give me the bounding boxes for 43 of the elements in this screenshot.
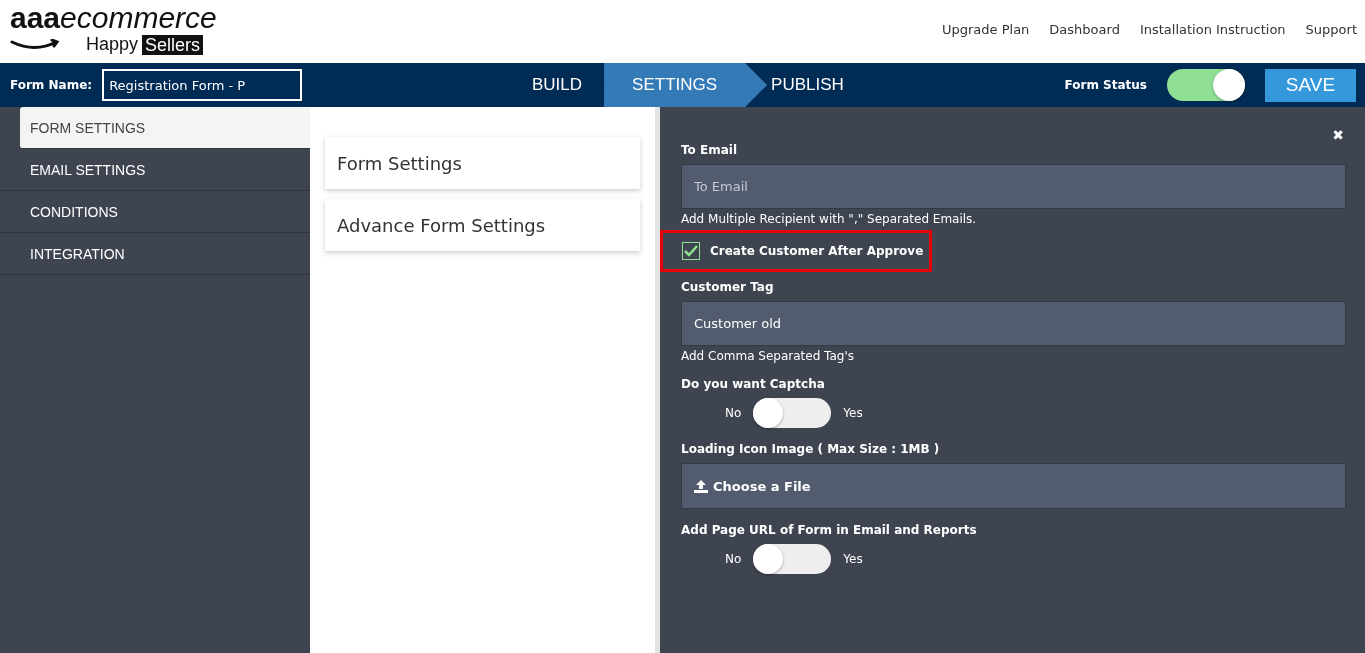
sidebar-item[interactable]: CONDITIONS	[0, 191, 310, 233]
logo-brand-text: aaa	[10, 1, 61, 34]
header-link[interactable]: Dashboard	[1049, 22, 1120, 37]
close-icon[interactable]: ✖	[1332, 127, 1344, 143]
checkbox-label: Create Customer After Approve	[710, 244, 924, 258]
checkbox[interactable]	[682, 242, 700, 260]
sidebar-item[interactable]: INTEGRATION	[0, 233, 310, 275]
form-name-label: Form Name:	[10, 78, 93, 92]
field-label: Customer Tag	[681, 280, 775, 294]
form-status-label: Form Status	[1064, 78, 1147, 92]
logo-tagline-badge: Sellers	[142, 34, 204, 55]
logo-brand-text: ecommerce	[60, 1, 217, 34]
toggle-off-label: No	[725, 406, 742, 420]
form-name-field[interactable]: Registration Form - P	[102, 69, 303, 101]
field-label: Add Page URL of Form in Email and Reports	[681, 523, 978, 537]
sidebar-item[interactable]: FORM SETTINGS	[20, 107, 310, 149]
toggle-on-label: Yes	[843, 552, 863, 566]
text-input-field[interactable]: Customer old	[681, 301, 1346, 346]
step-tab[interactable]: PUBLISH	[767, 63, 866, 107]
file-upload-field[interactable]: Choose a File	[681, 463, 1346, 509]
choose-file-label: Choose a File	[713, 478, 811, 494]
step-tab[interactable]: SETTINGS	[604, 63, 768, 107]
field-help-text: Add Comma Separated Tag's	[681, 349, 855, 363]
smile-arrow-icon	[10, 38, 60, 51]
text-input-field[interactable]: To Email	[681, 164, 1346, 209]
form-status-toggle[interactable]	[1167, 69, 1245, 101]
logo-tagline: Happy	[86, 34, 139, 55]
header-link[interactable]: Upgrade Plan	[942, 22, 1030, 37]
sidebar-item[interactable]: EMAIL SETTINGS	[0, 149, 310, 191]
toggle-on-label: Yes	[843, 406, 863, 420]
header-link[interactable]: Installation Instruction	[1139, 22, 1286, 37]
step-tab[interactable]: BUILD	[510, 63, 605, 107]
upload-icon	[694, 479, 708, 493]
field-label: Do you want Captcha	[681, 377, 826, 391]
toggle-switch[interactable]	[753, 398, 832, 428]
settings-section-card[interactable]: Advance Form Settings	[325, 199, 640, 251]
field-help-text: Add Multiple Recipient with "," Separated Emails.	[681, 212, 978, 226]
header-link[interactable]: Support	[1305, 22, 1357, 37]
settings-section-card[interactable]: Form Settings	[325, 137, 640, 189]
toggle-off-label: No	[725, 552, 742, 566]
field-label: Loading Icon Image ( Max Size : 1MB )	[681, 442, 941, 456]
field-label: To Email	[681, 143, 739, 157]
toggle-switch[interactable]	[753, 544, 832, 574]
